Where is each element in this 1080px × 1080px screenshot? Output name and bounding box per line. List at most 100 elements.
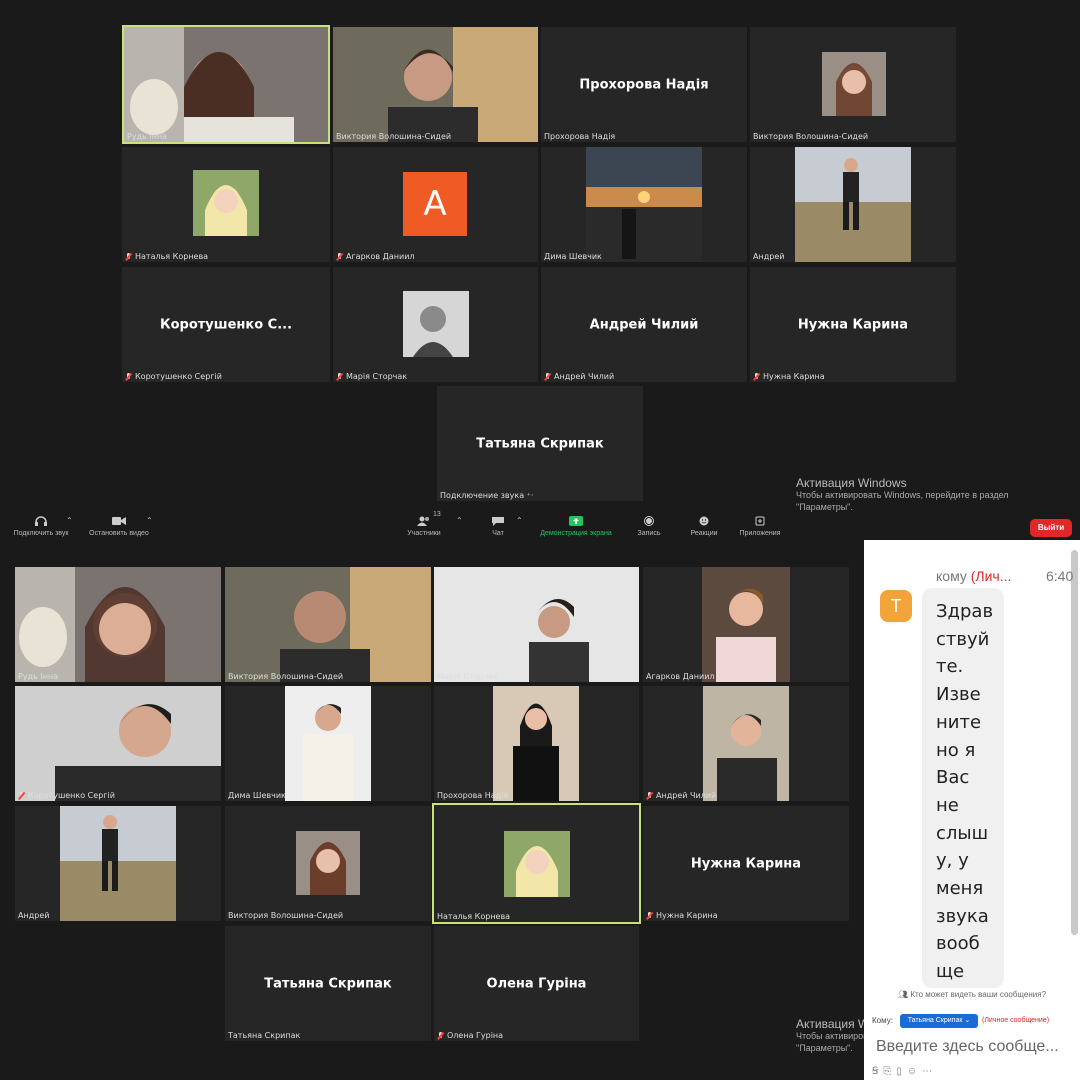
- video-tile[interactable]: Виктория Волошина-Сидей: [225, 806, 431, 921]
- profile-picture: [504, 831, 570, 897]
- sender-avatar: T: [880, 590, 912, 622]
- video-tile[interactable]: Татьяна Скрипак Подключение звука ⁺·: [437, 386, 643, 501]
- chat-message-line: звука: [936, 905, 989, 927]
- participant-name: Агарков Даниил: [646, 672, 715, 681]
- participant-video: [586, 147, 702, 262]
- participants-button[interactable]: Участники: [400, 516, 448, 537]
- video-tile[interactable]: Рудь Інна: [122, 25, 330, 144]
- chat-tools: Ꞩ⎘▯☺⋯: [872, 1066, 937, 1077]
- participant-name: Дима Шевчик: [228, 791, 286, 800]
- chat-message-line: Вас: [936, 767, 970, 789]
- participant-name: Коротушенко Сергій: [18, 791, 115, 800]
- chat-message-line: Здрав: [936, 601, 994, 622]
- reactions-button[interactable]: Реакции: [684, 516, 724, 537]
- participant-name: Нужна Карина: [753, 372, 825, 381]
- emoji-icon[interactable]: ☺: [907, 1066, 922, 1077]
- participant-name: Наталья Корнева: [437, 912, 511, 921]
- muted-mic-icon: [18, 791, 25, 800]
- muted-mic-icon: [125, 252, 132, 261]
- participant-name: Коротушенко Сергій: [125, 372, 222, 381]
- video-tile[interactable]: Прохорова Надія Прохорова Надія: [541, 27, 747, 142]
- video-tile[interactable]: Андрей Чилий: [643, 686, 849, 801]
- chat-message-line: ще: [936, 961, 965, 983]
- video-tile[interactable]: Марія Сторчак: [434, 567, 639, 682]
- muted-mic-icon: [437, 1031, 444, 1040]
- video-tile[interactable]: Наталья Корнева: [122, 147, 330, 262]
- video-tile[interactable]: Нужна Карина Нужна Карина: [750, 267, 956, 382]
- muted-mic-icon: [336, 372, 343, 381]
- chat-message-line: но я: [936, 739, 976, 761]
- headphones-icon: [35, 516, 47, 526]
- chat-panel: кому (Лич... 6:40 T Здрав ствуй те. Изве нит…: [864, 540, 1080, 1080]
- muted-mic-icon: [544, 372, 551, 381]
- participant-name: Татьяна Скрипак: [228, 1031, 301, 1040]
- recipient-select[interactable]: Татьяна Скрипак ⌄: [900, 1014, 978, 1028]
- muted-mic-icon: [646, 911, 653, 920]
- format-icon[interactable]: Ꞩ: [872, 1066, 883, 1077]
- participant-video: [15, 686, 221, 801]
- video-tile[interactable]: Коротушенко С... Коротушенко Сергій: [122, 267, 330, 382]
- video-tile[interactable]: Олена Гуріна Олена Гуріна: [434, 926, 639, 1041]
- chat-message-line: те.: [936, 656, 964, 678]
- video-tile[interactable]: Дима Шевчик: [225, 686, 431, 801]
- video-tile[interactable]: Наталья Корнева: [432, 803, 641, 924]
- participant-video: [60, 806, 176, 921]
- apps-icon: [755, 516, 765, 526]
- participant-display-name: Татьяна Скрипак: [264, 976, 392, 991]
- muted-mic-icon: [753, 372, 760, 381]
- video-tile[interactable]: Нужна Карина Нужна Карина: [643, 806, 849, 921]
- people-icon: 👥︎: [897, 990, 909, 999]
- attach-icon[interactable]: ⎘: [883, 1066, 896, 1077]
- chat-scrollbar[interactable]: [1071, 550, 1078, 935]
- camera-icon: [112, 517, 126, 525]
- video-tile[interactable]: Андрей: [15, 806, 221, 921]
- video-tile[interactable]: Агарков Даниил: [643, 567, 849, 682]
- chevron-down-icon: ⌄: [964, 1017, 971, 1024]
- video-tile[interactable]: Марія Сторчак: [333, 267, 538, 382]
- participant-video: [333, 27, 538, 142]
- participant-display-name: Коротушенко С...: [159, 317, 293, 332]
- participant-video: [493, 686, 579, 801]
- audio-options-chevron-icon[interactable]: ⌃: [66, 516, 73, 525]
- chat-button[interactable]: Чат: [484, 516, 512, 537]
- record-button[interactable]: Запись: [630, 516, 668, 537]
- video-options-chevron-icon[interactable]: ⌃: [146, 516, 153, 525]
- smiley-icon: [699, 516, 709, 526]
- participants-chevron-icon[interactable]: ⌃: [456, 516, 463, 525]
- video-tile[interactable]: Андрей: [750, 147, 956, 262]
- record-icon: [644, 516, 654, 526]
- message-recipient: кому (Лич...: [936, 568, 1012, 584]
- initial-avatar: A: [403, 172, 467, 236]
- video-tile[interactable]: Прохорова Надія: [434, 686, 639, 801]
- chat-message-line: вооб: [936, 933, 980, 955]
- participants-count: 13: [433, 511, 441, 518]
- video-tile[interactable]: Дима Шевчик: [541, 147, 747, 262]
- file-icon[interactable]: ▯: [896, 1066, 907, 1077]
- participant-display-name: Прохорова Надія: [579, 77, 709, 92]
- message-time: 6:40: [1046, 568, 1074, 584]
- more-icon[interactable]: ⋯: [922, 1066, 937, 1077]
- video-button[interactable]: Остановить видео: [82, 516, 156, 537]
- video-tile[interactable]: Виктория Волошина-Сидей: [750, 27, 956, 142]
- video-tile[interactable]: Виктория Волошина-Сидей: [333, 27, 538, 142]
- share-screen-button[interactable]: Демонстрация экрана: [532, 516, 620, 537]
- who-can-see-link[interactable]: 👥︎ Кто может видеть ваши сообщения?: [864, 990, 1080, 999]
- video-tile[interactable]: Коротушенко Сергій: [15, 686, 221, 801]
- apps-button[interactable]: Приложения: [734, 516, 786, 537]
- chat-message-line: меня: [936, 878, 984, 900]
- participant-name: Рудь Інна: [18, 672, 59, 681]
- video-tile[interactable]: Андрей Чилий Андрей Чилий: [541, 267, 747, 382]
- participant-display-name: Олена Гуріна: [486, 976, 587, 991]
- video-tile[interactable]: A Агарков Даниил: [333, 147, 538, 262]
- participant-name: Рудь Інна: [127, 132, 168, 141]
- participant-name: Агарков Даниил: [336, 252, 415, 261]
- participant-name: Прохорова Надія: [544, 132, 616, 141]
- participant-video: [225, 567, 431, 682]
- chat-message: Здрав ствуй те. Изве ните но я Вас не слыш у, у ме…: [922, 588, 1004, 988]
- video-tile[interactable]: Рудь Інна: [15, 567, 221, 682]
- video-tile[interactable]: Виктория Волошина-Сидей: [225, 567, 431, 682]
- exit-button[interactable]: Выйти: [1030, 519, 1072, 537]
- video-tile[interactable]: Татьяна Скрипак Татьяна Скрипак: [225, 926, 431, 1041]
- chat-chevron-icon[interactable]: ⌃: [516, 516, 523, 525]
- chat-input[interactable]: Введите здесь сообще...: [876, 1038, 1059, 1056]
